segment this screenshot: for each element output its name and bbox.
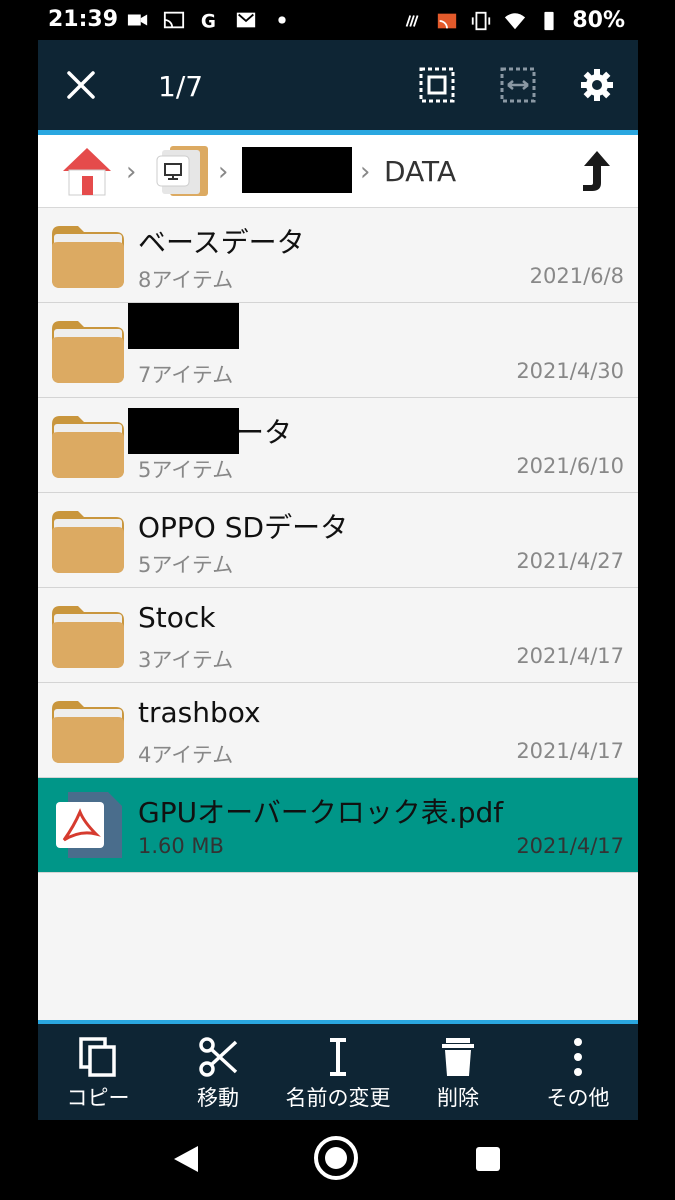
file-meta: 7アイテム xyxy=(138,363,234,387)
scissors-icon xyxy=(199,1037,238,1077)
breadcrumb: › › › DATA xyxy=(38,135,638,208)
pdf-file-icon xyxy=(56,792,122,858)
file-meta: 5アイテム xyxy=(138,458,234,482)
file-meta: 1.60 MB xyxy=(138,834,224,858)
file-date: 2021/4/17 xyxy=(516,739,624,763)
chevron-right-icon: › xyxy=(126,157,137,187)
svg-text:G: G xyxy=(201,11,216,31)
recent-apps-icon[interactable] xyxy=(476,1147,500,1171)
dot-icon xyxy=(278,16,286,24)
status-time: 21:39 xyxy=(48,7,119,32)
file-name: OPPO SDデータ xyxy=(138,511,349,544)
redacted-name xyxy=(128,303,239,349)
google-icon: G xyxy=(201,11,216,31)
redacted-folder[interactable] xyxy=(242,147,352,193)
close-icon[interactable] xyxy=(64,68,98,102)
file-name: trashbox xyxy=(138,696,261,729)
list-item[interactable]: ータ 5アイテム 2021/6/10 xyxy=(38,398,638,493)
folder-icon xyxy=(52,606,124,668)
more-label: その他 xyxy=(546,1086,610,1110)
text-cursor-icon xyxy=(330,1038,346,1076)
file-date: 2021/6/8 xyxy=(529,264,624,288)
system-nav-bar xyxy=(0,1120,675,1200)
home-button-icon[interactable] xyxy=(313,1135,359,1181)
file-date: 2021/4/27 xyxy=(516,549,624,573)
wifi-icon xyxy=(505,12,526,29)
folder-icon xyxy=(52,226,124,288)
folder-icon xyxy=(52,321,124,383)
device-folder-icon[interactable] xyxy=(154,144,210,198)
file-meta: 4アイテム xyxy=(138,743,234,767)
settings-gear-icon[interactable] xyxy=(578,66,616,104)
status-bar: 21:39 G 80% xyxy=(0,0,675,40)
list-item[interactable]: ベースデータ 8アイテム 2021/6/8 xyxy=(38,208,638,303)
list-item[interactable]: Stock 3アイテム 2021/4/17 xyxy=(38,588,638,683)
file-name: ータ xyxy=(236,416,293,449)
action-bar: コピー 移動 名前の変更 削除 その他 xyxy=(38,1024,638,1120)
move-button[interactable]: 移動 xyxy=(158,1024,278,1120)
rename-button[interactable]: 名前の変更 xyxy=(278,1024,398,1120)
breadcrumb-current[interactable]: DATA xyxy=(384,155,456,188)
chevron-right-icon: › xyxy=(218,157,229,187)
copy-label: コピー xyxy=(66,1086,130,1110)
folder-icon xyxy=(52,416,124,478)
select-range-icon[interactable] xyxy=(499,66,537,104)
file-date: 2021/4/17 xyxy=(516,834,624,858)
file-manager-app: 1/7 › › › DATA ベースデータ 8アイテム 2021/6/8 7アイ… xyxy=(38,40,638,1120)
screen-cast-icon xyxy=(438,13,457,28)
file-date: 2021/4/30 xyxy=(516,359,624,383)
trash-icon xyxy=(442,1038,474,1076)
delete-button[interactable]: 削除 xyxy=(398,1024,518,1120)
gmail-icon xyxy=(236,12,256,28)
select-all-icon[interactable] xyxy=(418,66,456,104)
move-label: 移動 xyxy=(197,1086,239,1110)
copy-button[interactable]: コピー xyxy=(38,1024,158,1120)
file-meta: 5アイテム xyxy=(138,553,234,577)
rename-label: 名前の変更 xyxy=(285,1086,391,1110)
redacted-name xyxy=(128,408,239,454)
copy-icon xyxy=(79,1037,116,1077)
delete-label: 削除 xyxy=(437,1086,479,1110)
battery-level: 80% xyxy=(572,8,625,33)
nfc-icon xyxy=(406,14,419,27)
battery-icon xyxy=(544,11,554,30)
file-date: 2021/6/10 xyxy=(516,454,624,478)
more-vertical-icon xyxy=(574,1038,582,1076)
file-date: 2021/4/17 xyxy=(516,644,624,668)
status-left-icons: G xyxy=(127,9,293,31)
folder-icon xyxy=(52,701,124,763)
video-camera-icon xyxy=(127,14,148,26)
list-item-selected[interactable]: GPUオーバークロック表.pdf 1.60 MB 2021/4/17 xyxy=(38,778,638,873)
file-name: ベースデータ xyxy=(138,226,305,259)
list-item[interactable]: 7アイテム 2021/4/30 xyxy=(38,303,638,398)
list-item[interactable]: trashbox 4アイテム 2021/4/17 xyxy=(38,683,638,778)
folder-icon xyxy=(52,511,124,573)
file-meta: 3アイテム xyxy=(138,648,234,672)
up-arrow-icon[interactable] xyxy=(580,149,614,193)
vibrate-icon xyxy=(472,11,491,30)
status-right-icons: 80% xyxy=(402,8,625,33)
file-meta: 8アイテム xyxy=(138,268,234,292)
chevron-right-icon: › xyxy=(360,157,371,187)
list-item[interactable]: OPPO SDデータ 5アイテム 2021/4/27 xyxy=(38,493,638,588)
file-name: Stock xyxy=(138,601,216,634)
selection-count: 1/7 xyxy=(158,70,204,103)
home-icon[interactable] xyxy=(60,145,114,197)
file-name: GPUオーバークロック表.pdf xyxy=(138,796,504,829)
file-list: ベースデータ 8アイテム 2021/6/8 7アイテム 2021/4/30 ータ… xyxy=(38,208,638,873)
cast-icon xyxy=(163,11,185,29)
more-button[interactable]: その他 xyxy=(518,1024,638,1120)
back-icon[interactable] xyxy=(172,1144,200,1174)
selection-toolbar: 1/7 xyxy=(38,40,638,130)
